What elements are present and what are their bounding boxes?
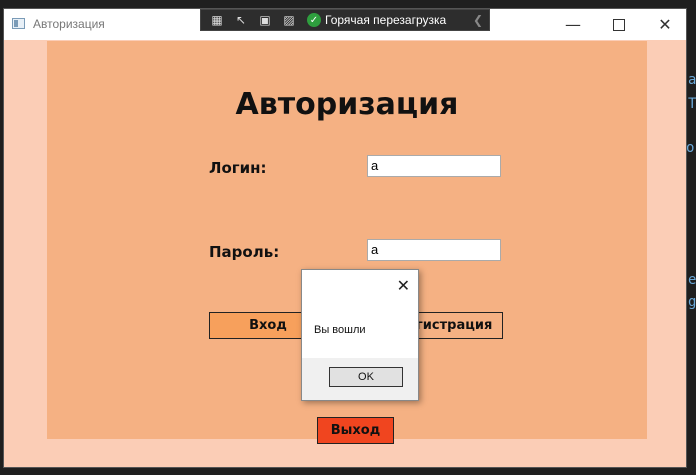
maximize-icon <box>613 18 625 31</box>
ide-fragment: o <box>686 140 695 156</box>
collapse-chevron-icon[interactable]: ❮ <box>473 13 483 27</box>
hot-reload-label[interactable]: Горячая перезагрузка <box>325 13 446 27</box>
password-label: Пароль: <box>209 243 280 261</box>
login-label: Логин: <box>209 159 267 177</box>
maximize-button[interactable] <box>596 9 642 40</box>
ok-button[interactable]: OK <box>329 367 403 387</box>
track-focus-icon[interactable]: ▨ <box>281 13 297 27</box>
dialog-footer: OK <box>302 358 418 400</box>
select-element-icon[interactable]: ↖ <box>233 13 249 27</box>
password-input[interactable]: a <box>367 239 501 261</box>
message-dialog: ✕ Вы вошли OK <box>301 269 419 401</box>
page-title: Авторизация <box>235 87 459 122</box>
ide-fragment: e <box>688 272 696 288</box>
login-input[interactable]: a <box>367 155 501 177</box>
minimize-button[interactable]: — <box>550 9 596 40</box>
ide-fragment: T <box>688 96 696 112</box>
window-icon <box>12 18 25 29</box>
ide-fragment: a <box>688 72 696 88</box>
debug-toolbar: ▦ ↖ ▣ ▨ ✓ Горячая перезагрузка ❮ <box>200 9 490 31</box>
minimize-icon: — <box>565 15 581 34</box>
ide-fragment: g <box>688 294 696 310</box>
close-icon: ✕ <box>658 15 672 34</box>
close-button[interactable]: ✕ <box>642 9 688 40</box>
live-visual-tree-icon[interactable]: ▦ <box>209 13 225 27</box>
window-title: Авторизация <box>33 17 105 31</box>
display-adorners-icon[interactable]: ▣ <box>257 13 273 27</box>
close-icon[interactable]: ✕ <box>397 276 410 295</box>
exit-button[interactable]: Выход <box>317 417 394 444</box>
hot-reload-check-icon: ✓ <box>307 13 321 27</box>
dialog-message: Вы вошли <box>314 324 366 336</box>
